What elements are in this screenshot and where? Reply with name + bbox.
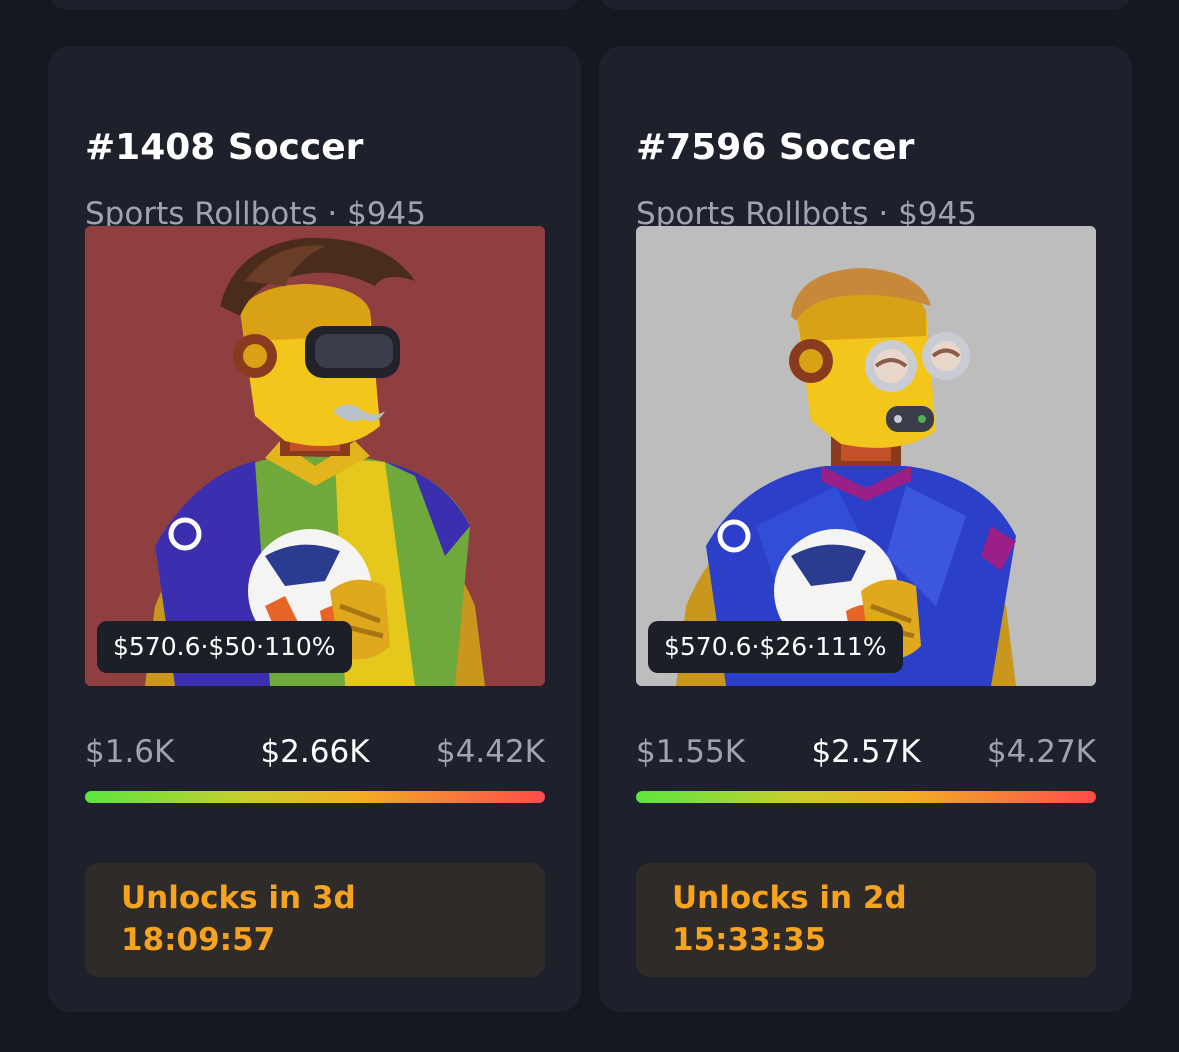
nft-image[interactable]: $570.6·$26·111% — [636, 226, 1096, 686]
nft-image[interactable]: $570.6·$50·110% — [85, 226, 545, 686]
price-low: $1.55K — [636, 734, 746, 770]
robot-soccer-illustration — [85, 226, 545, 686]
unlock-label: Unlocks in 2d — [672, 880, 907, 916]
previous-card-stub-right — [599, 0, 1132, 10]
stats-chip: $570.6·$50·110% — [97, 621, 352, 673]
price-range: $1.6K $2.66K $4.42K — [85, 730, 545, 774]
unlock-timer: 15:33:35 — [672, 922, 827, 958]
unlock-countdown: Unlocks in 2d 15:33:35 — [636, 863, 1096, 977]
card-title: #7596 Soccer — [636, 127, 915, 168]
card-title: #1408 Soccer — [85, 127, 364, 168]
previous-card-stub-left — [48, 0, 581, 10]
price-current: $2.66K — [260, 734, 370, 770]
nft-card[interactable]: #1408 Soccer Sports Rollbots · $945 $570… — [48, 46, 581, 1012]
price-low: $1.6K — [85, 734, 175, 770]
price-gradient-bar — [85, 791, 545, 803]
unlock-timer: 18:09:57 — [121, 922, 276, 958]
unlock-label: Unlocks in 3d — [121, 880, 356, 916]
stats-chip: $570.6·$26·111% — [648, 621, 903, 673]
price-range: $1.55K $2.57K $4.27K — [636, 730, 1096, 774]
unlock-countdown: Unlocks in 3d 18:09:57 — [85, 863, 545, 977]
nft-card[interactable]: #7596 Soccer Sports Rollbots · $945 $570… — [599, 46, 1132, 1012]
price-gradient-bar — [636, 791, 1096, 803]
price-current: $2.57K — [811, 734, 921, 770]
price-high: $4.42K — [435, 734, 545, 770]
price-high: $4.27K — [986, 734, 1096, 770]
robot-soccer-illustration — [636, 226, 1096, 686]
